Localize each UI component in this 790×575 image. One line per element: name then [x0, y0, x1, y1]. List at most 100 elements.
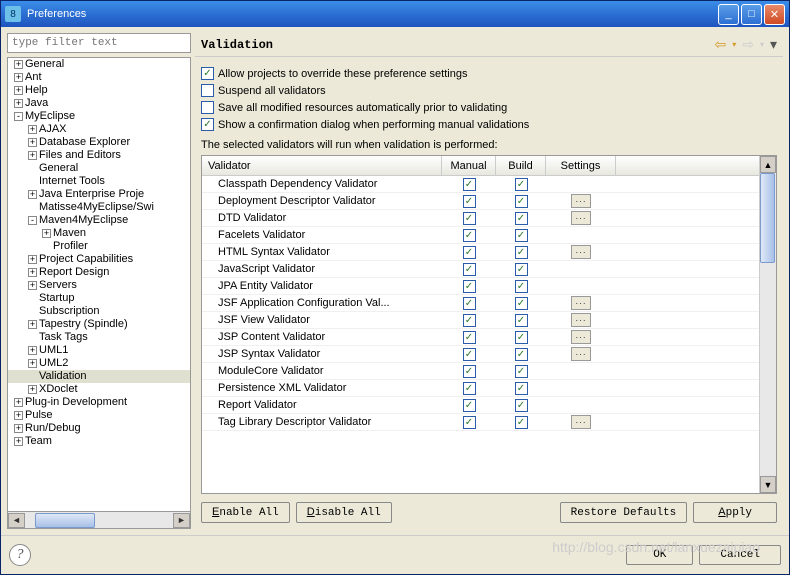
nav-back-icon[interactable]: ⇦: [714, 36, 726, 53]
tree-item[interactable]: +General: [8, 58, 190, 71]
build-checkbox[interactable]: ✓: [515, 365, 528, 378]
build-checkbox[interactable]: ✓: [515, 331, 528, 344]
tree-item[interactable]: -Maven4MyEclipse: [8, 214, 190, 227]
expand-icon[interactable]: +: [14, 398, 23, 407]
build-checkbox[interactable]: ✓: [515, 314, 528, 327]
expand-icon[interactable]: +: [28, 281, 37, 290]
build-checkbox[interactable]: ✓: [515, 246, 528, 259]
settings-button[interactable]: ···: [571, 330, 591, 344]
build-checkbox[interactable]: ✓: [515, 212, 528, 225]
table-row[interactable]: JPA Entity Validator✓✓: [202, 278, 759, 295]
expand-icon[interactable]: -: [14, 112, 23, 121]
manual-checkbox[interactable]: ✓: [463, 229, 476, 242]
tree-item[interactable]: +Help: [8, 84, 190, 97]
scroll-left-icon[interactable]: ◄: [8, 513, 25, 528]
expand-icon[interactable]: +: [28, 268, 37, 277]
expand-icon[interactable]: -: [28, 216, 37, 225]
ok-button[interactable]: OK: [626, 545, 693, 565]
table-row[interactable]: ModuleCore Validator✓✓: [202, 363, 759, 380]
expand-icon[interactable]: +: [28, 138, 37, 147]
expand-icon[interactable]: +: [28, 346, 37, 355]
build-checkbox[interactable]: ✓: [515, 280, 528, 293]
tree-item[interactable]: +Servers: [8, 279, 190, 292]
tree-horizontal-scrollbar[interactable]: ◄ ►: [7, 512, 191, 529]
manual-checkbox[interactable]: ✓: [463, 365, 476, 378]
settings-button[interactable]: ···: [571, 415, 591, 429]
manual-checkbox[interactable]: ✓: [463, 246, 476, 259]
tree-item[interactable]: +Database Explorer: [8, 136, 190, 149]
tree-item[interactable]: +Java: [8, 97, 190, 110]
tree-item[interactable]: +AJAX: [8, 123, 190, 136]
table-row[interactable]: JSP Content Validator✓✓···: [202, 329, 759, 346]
manual-checkbox[interactable]: ✓: [463, 314, 476, 327]
expand-icon[interactable]: +: [14, 60, 23, 69]
expand-icon[interactable]: +: [42, 229, 51, 238]
table-row[interactable]: Persistence XML Validator✓✓: [202, 380, 759, 397]
tree-item[interactable]: +Report Design: [8, 266, 190, 279]
table-row[interactable]: Report Validator✓✓: [202, 397, 759, 414]
expand-icon[interactable]: +: [28, 359, 37, 368]
manual-checkbox[interactable]: ✓: [463, 399, 476, 412]
tree-item[interactable]: +UML2: [8, 357, 190, 370]
expand-icon[interactable]: +: [28, 320, 37, 329]
build-checkbox[interactable]: ✓: [515, 382, 528, 395]
tree-item[interactable]: +Pulse: [8, 409, 190, 422]
tree-item[interactable]: -MyEclipse: [8, 110, 190, 123]
table-row[interactable]: JSF Application Configuration Val...✓✓··…: [202, 295, 759, 312]
nav-menu-icon[interactable]: ▾: [770, 36, 777, 53]
table-vertical-scrollbar[interactable]: ▲ ▼: [759, 156, 776, 493]
table-row[interactable]: Facelets Validator✓✓: [202, 227, 759, 244]
expand-icon[interactable]: +: [14, 86, 23, 95]
settings-button[interactable]: ···: [571, 347, 591, 361]
tree-item[interactable]: Startup: [8, 292, 190, 305]
tree-item[interactable]: +Run/Debug: [8, 422, 190, 435]
build-checkbox[interactable]: ✓: [515, 416, 528, 429]
minimize-button[interactable]: _: [718, 4, 739, 25]
settings-button[interactable]: ···: [571, 211, 591, 225]
tree-item[interactable]: +Maven: [8, 227, 190, 240]
filter-input[interactable]: [7, 33, 191, 53]
expand-icon[interactable]: +: [14, 424, 23, 433]
table-row[interactable]: JSP Syntax Validator✓✓···: [202, 346, 759, 363]
scroll-up-icon[interactable]: ▲: [760, 156, 776, 173]
build-checkbox[interactable]: ✓: [515, 195, 528, 208]
tree-item[interactable]: +Files and Editors: [8, 149, 190, 162]
expand-icon[interactable]: +: [28, 125, 37, 134]
tree-item[interactable]: Subscription: [8, 305, 190, 318]
scroll-thumb[interactable]: [35, 513, 95, 528]
table-row[interactable]: Deployment Descriptor Validator✓✓···: [202, 193, 759, 210]
col-settings[interactable]: Settings: [546, 156, 616, 175]
cancel-button[interactable]: Cancel: [699, 545, 781, 565]
col-validator[interactable]: Validator: [202, 156, 442, 175]
table-row[interactable]: JavaScript Validator✓✓: [202, 261, 759, 278]
checkbox[interactable]: [201, 101, 214, 114]
checkbox[interactable]: [201, 84, 214, 97]
build-checkbox[interactable]: ✓: [515, 229, 528, 242]
checkbox[interactable]: ✓: [201, 67, 214, 80]
scroll-down-icon[interactable]: ▼: [760, 476, 776, 493]
tree-item[interactable]: Validation: [8, 370, 190, 383]
build-checkbox[interactable]: ✓: [515, 348, 528, 361]
enable-all-button[interactable]: EEnable Allnable All: [201, 502, 290, 523]
table-row[interactable]: Tag Library Descriptor Validator✓✓···: [202, 414, 759, 431]
scroll-right-icon[interactable]: ►: [173, 513, 190, 528]
scroll-thumb[interactable]: [760, 173, 775, 263]
table-row[interactable]: Classpath Dependency Validator✓✓: [202, 176, 759, 193]
preferences-tree[interactable]: +General+Ant+Help+Java-MyEclipse+AJAX+Da…: [7, 57, 191, 512]
settings-button[interactable]: ···: [571, 296, 591, 310]
col-manual[interactable]: Manual: [442, 156, 496, 175]
build-checkbox[interactable]: ✓: [515, 263, 528, 276]
col-build[interactable]: Build: [496, 156, 546, 175]
expand-icon[interactable]: +: [28, 385, 37, 394]
close-button[interactable]: ✕: [764, 4, 785, 25]
table-row[interactable]: JSF View Validator✓✓···: [202, 312, 759, 329]
tree-item[interactable]: +Tapestry (Spindle): [8, 318, 190, 331]
tree-item[interactable]: +UML1: [8, 344, 190, 357]
manual-checkbox[interactable]: ✓: [463, 212, 476, 225]
settings-button[interactable]: ···: [571, 313, 591, 327]
restore-defaults-button[interactable]: Restore Defaults: [560, 502, 688, 523]
expand-icon[interactable]: +: [28, 255, 37, 264]
manual-checkbox[interactable]: ✓: [463, 348, 476, 361]
tree-item[interactable]: +Java Enterprise Proje: [8, 188, 190, 201]
expand-icon[interactable]: +: [14, 73, 23, 82]
